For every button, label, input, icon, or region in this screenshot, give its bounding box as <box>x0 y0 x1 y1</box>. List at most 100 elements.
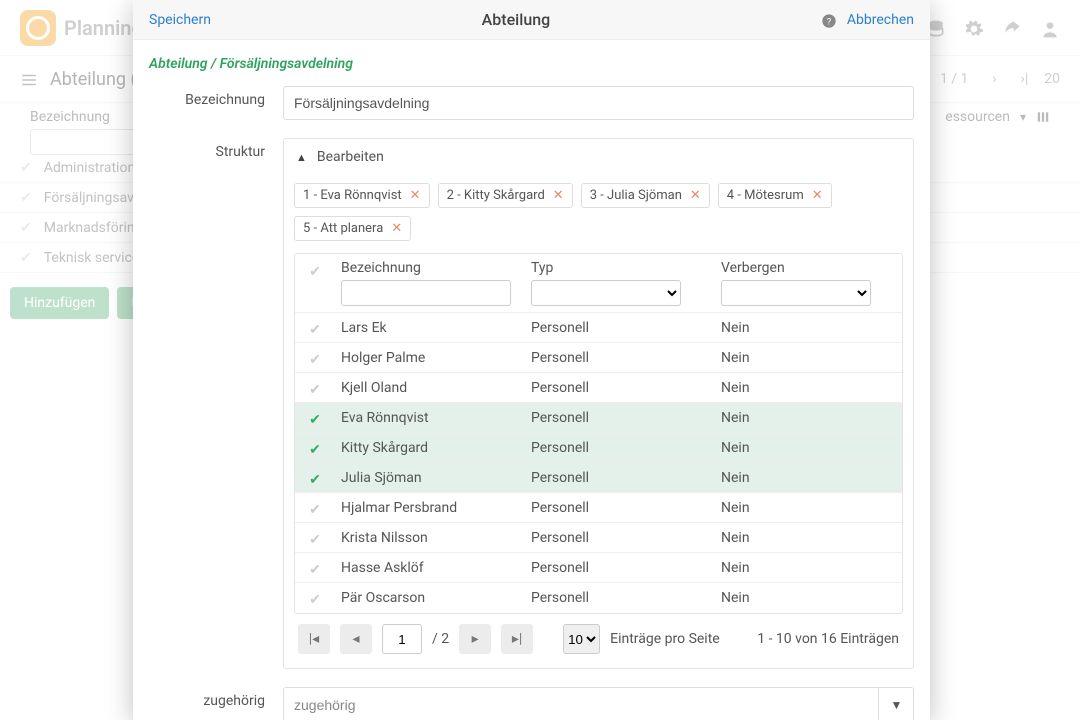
cell-bezeichnung: Kjell Oland <box>335 380 525 396</box>
label-bezeichnung: Bezeichnung <box>149 86 283 120</box>
tag-label: 2 - Kitty Skårgard <box>447 188 545 203</box>
filter-verbergen[interactable] <box>721 280 871 306</box>
cell-typ: Personell <box>525 560 715 576</box>
members-table-head: ✔ Bezeichnung Typ Verbergen <box>295 254 902 313</box>
cell-typ: Personell <box>525 500 715 516</box>
modal-body: Abteilung / Försäljningsavdelning Bezeic… <box>133 40 930 720</box>
cell-verbergen: Nein <box>715 470 902 486</box>
cell-bezeichnung: Pär Oscarson <box>335 590 525 606</box>
cell-typ: Personell <box>525 380 715 396</box>
members-pager: |◂ ◂ / 2 ▸ ▸| 10 Einträge pro Seite 1 - … <box>284 614 913 668</box>
edit-modal: Speichern Abteilung ? Abbrechen Abteilun… <box>133 0 930 720</box>
row-check-icon[interactable]: ✔ <box>309 502 321 518</box>
label-zugehoerig: zugehörig <box>149 687 283 720</box>
th-typ: Typ <box>531 260 709 276</box>
table-row[interactable]: ✔ Krista NilssonPersonellNein <box>295 523 902 553</box>
svg-text:?: ? <box>827 16 832 27</box>
filter-bezeichnung[interactable] <box>341 280 511 306</box>
pager-size-select[interactable]: 10 <box>563 624 600 654</box>
structure-box: ▲ Bearbeiten 1 - Eva Rönnqvist✕2 - Kitty… <box>283 138 914 669</box>
label-struktur: Struktur <box>149 138 283 669</box>
remove-tag-icon[interactable]: ✕ <box>391 221 402 236</box>
row-check-icon[interactable]: ✔ <box>309 322 321 338</box>
cell-bezeichnung: Hjalmar Persbrand <box>335 500 525 516</box>
table-row[interactable]: ✔ Eva RönnqvistPersonellNein <box>295 403 902 433</box>
cell-verbergen: Nein <box>715 590 902 606</box>
cell-typ: Personell <box>525 590 715 606</box>
cell-verbergen: Nein <box>715 500 902 516</box>
cell-bezeichnung: Julia Sjöman <box>335 470 525 486</box>
cell-bezeichnung: Kitty Skårgard <box>335 440 525 456</box>
cell-verbergen: Nein <box>715 320 902 336</box>
structure-toggle[interactable]: ▲ Bearbeiten <box>284 139 913 175</box>
remove-tag-icon[interactable]: ✕ <box>812 188 823 203</box>
save-button[interactable]: Speichern <box>149 12 211 28</box>
tag-label: 4 - Mötesrum <box>727 188 804 203</box>
cell-typ: Personell <box>525 320 715 336</box>
pager-first-icon[interactable]: |◂ <box>298 624 330 654</box>
triangle-up-icon: ▲ <box>296 151 307 164</box>
zugehoerig-dropdown-icon[interactable]: ▼ <box>878 687 914 720</box>
row-check-icon[interactable]: ✔ <box>309 562 321 578</box>
pager-prev-icon[interactable]: ◂ <box>340 624 372 654</box>
zugehoerig-select[interactable] <box>283 687 914 720</box>
remove-tag-icon[interactable]: ✕ <box>410 188 421 203</box>
modal-header: Speichern Abteilung ? Abbrechen <box>133 0 930 40</box>
cancel-button[interactable]: Abbrechen <box>847 12 914 28</box>
selected-tag[interactable]: 5 - Att planera ✕ <box>294 216 411 241</box>
row-check-icon[interactable]: ✔ <box>309 532 321 548</box>
cell-typ: Personell <box>525 470 715 486</box>
cell-verbergen: Nein <box>715 380 902 396</box>
cell-verbergen: Nein <box>715 350 902 366</box>
table-row[interactable]: ✔Hasse AsklöfPersonellNein <box>295 553 902 583</box>
cell-verbergen: Nein <box>715 440 902 456</box>
cell-bezeichnung: Lars Ek <box>335 320 525 336</box>
tag-label: 3 - Julia Sjöman <box>590 188 682 203</box>
cell-verbergen: Nein <box>715 410 902 426</box>
th-verbergen: Verbergen <box>721 260 896 276</box>
breadcrumb: Abteilung / Försäljningsavdelning <box>149 56 914 72</box>
row-check-icon[interactable]: ✔ <box>309 592 321 608</box>
pager-next-icon[interactable]: ▸ <box>459 624 491 654</box>
row-check-icon[interactable]: ✔ <box>309 412 321 428</box>
row-check-icon[interactable]: ✔ <box>309 442 321 458</box>
cell-typ: Personell <box>525 350 715 366</box>
remove-tag-icon[interactable]: ✕ <box>690 188 701 203</box>
table-row[interactable]: ✔ Holger PalmePersonellNein <box>295 343 902 373</box>
tag-label: 1 - Eva Rönnqvist <box>303 188 402 203</box>
pager-page-input[interactable] <box>382 624 422 654</box>
selected-tag[interactable]: 4 - Mötesrum ✕ <box>718 183 832 208</box>
selected-tag[interactable]: 2 - Kitty Skårgard ✕ <box>438 183 573 208</box>
row-check-icon[interactable]: ✔ <box>309 382 321 398</box>
table-row[interactable]: ✔ Pär OscarsonPersonellNein <box>295 583 902 613</box>
pager-last-icon[interactable]: ▸| <box>501 624 533 654</box>
tag-label: 5 - Att planera <box>303 221 383 236</box>
remove-tag-icon[interactable]: ✕ <box>553 188 564 203</box>
row-check-icon[interactable]: ✔ <box>309 352 321 368</box>
row-check-icon[interactable]: ✔ <box>309 472 321 488</box>
cell-verbergen: Nein <box>715 560 902 576</box>
members-table: ✔ Bezeichnung Typ Verbergen <box>294 253 903 614</box>
pager-info: 1 - 10 von 16 Einträgen <box>757 631 899 647</box>
cell-bezeichnung: Krista Nilsson <box>335 530 525 546</box>
cell-typ: Personell <box>525 530 715 546</box>
table-row[interactable]: ✔ Kjell OlandPersonellNein <box>295 373 902 403</box>
filter-typ[interactable] <box>531 280 681 306</box>
cell-verbergen: Nein <box>715 530 902 546</box>
table-row[interactable]: ✔ Lars EkPersonellNein <box>295 313 902 343</box>
bezeichnung-input[interactable] <box>283 86 914 120</box>
table-row[interactable]: ✔ Julia SjömanPersonellNein <box>295 463 902 493</box>
table-row[interactable]: ✔Kitty SkårgardPersonellNein <box>295 433 902 463</box>
pager-total: / 2 <box>432 631 449 647</box>
cell-typ: Personell <box>525 410 715 426</box>
selected-tag[interactable]: 3 - Julia Sjöman ✕ <box>581 183 710 208</box>
cell-bezeichnung: Holger Palme <box>335 350 525 366</box>
cell-bezeichnung: Eva Rönnqvist <box>335 410 525 426</box>
modal-title: Abteilung <box>211 10 821 29</box>
select-all-icon[interactable]: ✔ <box>309 264 321 280</box>
selected-tags: 1 - Eva Rönnqvist✕2 - Kitty Skårgard✕3 -… <box>284 175 913 241</box>
help-icon[interactable]: ? <box>821 10 837 29</box>
structure-toggle-label: Bearbeiten <box>317 149 384 165</box>
selected-tag[interactable]: 1 - Eva Rönnqvist ✕ <box>294 183 430 208</box>
table-row[interactable]: ✔ Hjalmar PersbrandPersonellNein <box>295 493 902 523</box>
